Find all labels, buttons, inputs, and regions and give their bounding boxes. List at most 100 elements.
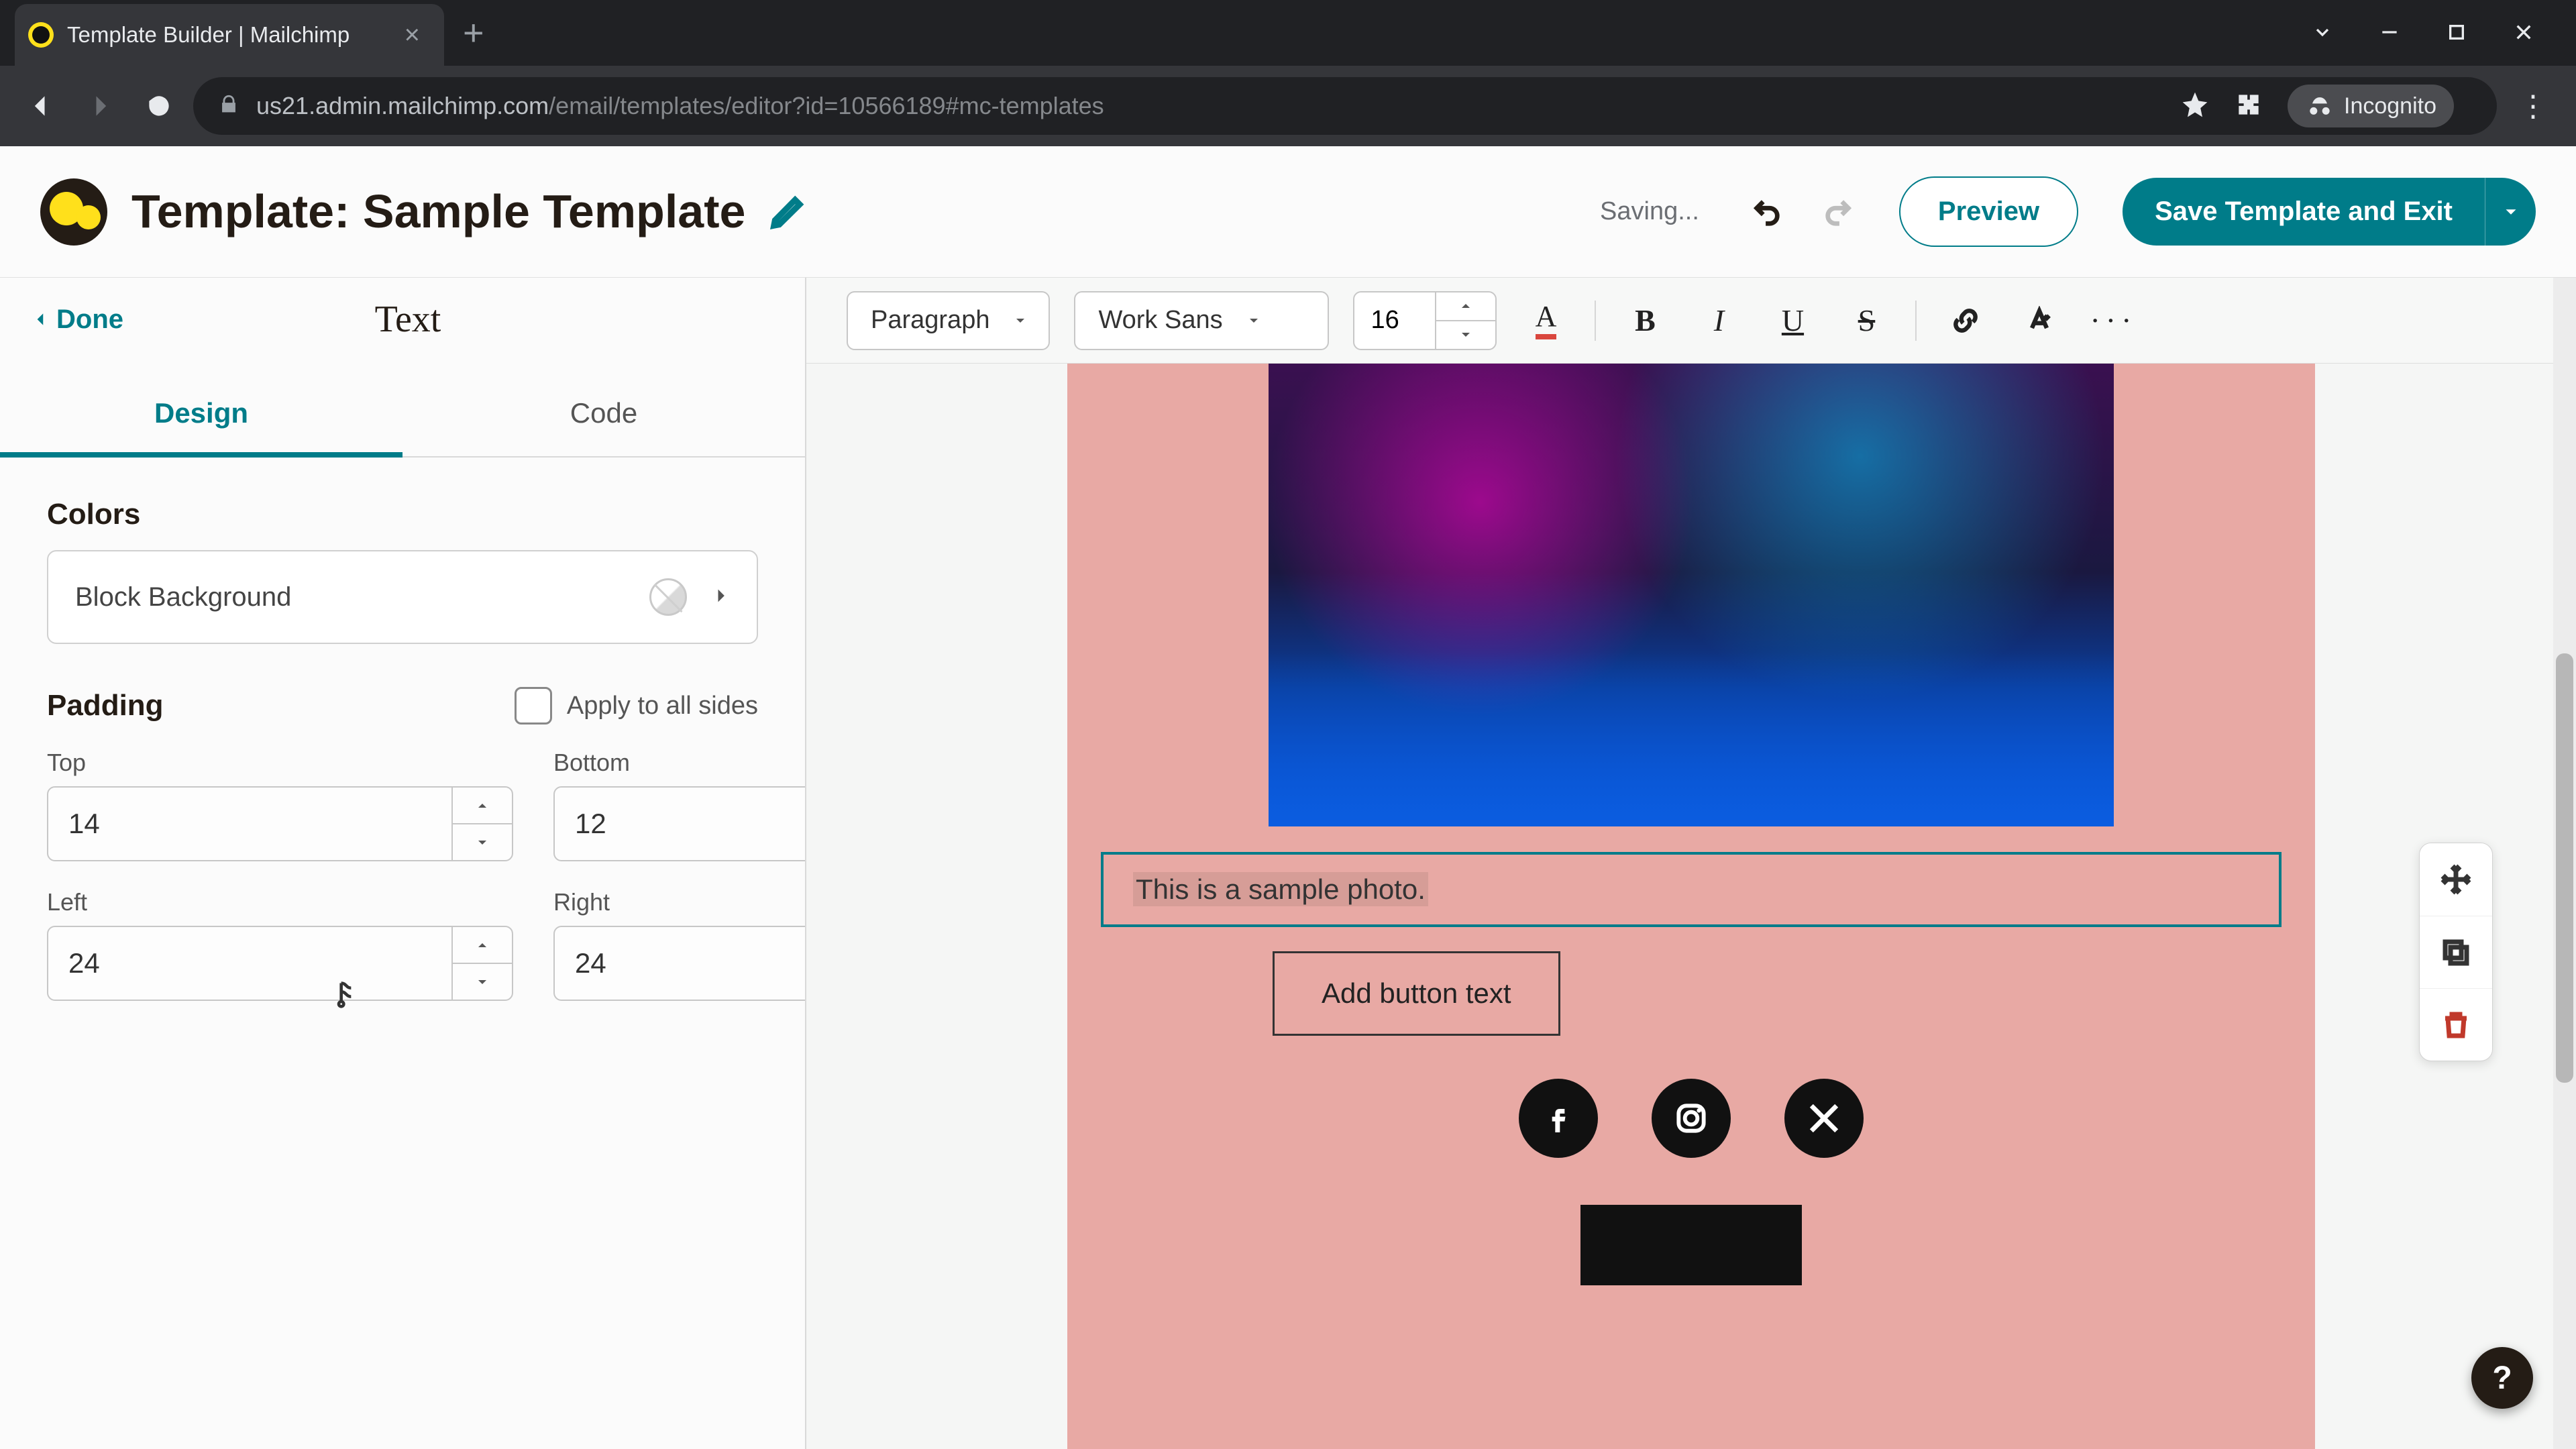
close-window-icon[interactable]	[2496, 12, 2552, 52]
font-size-stepper	[1353, 291, 1497, 350]
colors-heading: Colors	[47, 498, 758, 531]
maximize-icon[interactable]	[2428, 12, 2485, 52]
help-button[interactable]: ?	[2471, 1347, 2533, 1409]
workspace: Done Text Design Code Colors Block Backg…	[0, 278, 2576, 1449]
padding-left-label: Left	[47, 888, 513, 916]
mailchimp-logo[interactable]	[40, 178, 107, 246]
more-formatting-icon[interactable]: ···	[2088, 296, 2138, 345]
panel-tabs: Design Code	[0, 374, 805, 458]
font-size-down-icon[interactable]	[1436, 321, 1495, 349]
button-text[interactable]: Add button text	[1322, 977, 1511, 1009]
lock-icon	[217, 93, 240, 119]
tab-design[interactable]: Design	[0, 374, 402, 458]
instagram-icon[interactable]	[1652, 1079, 1731, 1158]
back-icon[interactable]	[16, 81, 66, 131]
link-icon[interactable]	[1941, 296, 1990, 345]
forward-icon[interactable]	[75, 81, 125, 131]
canvas-scroll[interactable]: This is a sample photo. Add button text	[806, 364, 2576, 1449]
block-bg-label: Block Background	[75, 582, 291, 612]
chevron-right-icon	[711, 586, 730, 608]
editor-area: Paragraph Work Sans A B I	[806, 278, 2576, 1449]
browser-titlebar: Template Builder | Mailchimp × +	[0, 0, 2576, 66]
address-bar[interactable]: us21.admin.mailchimp.com/email/templates…	[193, 77, 2497, 135]
padding-top-field: Top	[47, 749, 513, 861]
bold-icon[interactable]: B	[1620, 296, 1670, 345]
text-style-icon[interactable]	[2015, 296, 2064, 345]
side-panel: Done Text Design Code Colors Block Backg…	[0, 278, 806, 1449]
url-text: us21.admin.mailchimp.com/email/templates…	[256, 92, 1104, 120]
padding-left-step-down-icon[interactable]	[453, 964, 512, 1000]
apply-all-label: Apply to all sides	[567, 692, 758, 720]
delete-block-icon[interactable]	[2420, 988, 2492, 1061]
x-twitter-icon[interactable]	[1784, 1079, 1864, 1158]
strikethrough-icon[interactable]: S	[1841, 296, 1891, 345]
incognito-badge[interactable]: Incognito	[2288, 85, 2454, 127]
save-template-button[interactable]: Save Template and Exit	[2123, 178, 2485, 246]
padding-left-input[interactable]	[48, 927, 451, 1000]
apply-all-checkbox[interactable]	[515, 687, 552, 724]
save-status: Saving...	[1600, 197, 1699, 226]
padding-top-input[interactable]	[48, 788, 451, 860]
padding-bottom-label: Bottom	[553, 749, 805, 777]
font-size-input[interactable]	[1354, 292, 1435, 349]
new-tab-button[interactable]: +	[463, 12, 484, 54]
toolbar-separator	[1595, 301, 1596, 341]
padding-right-label: Right	[553, 888, 805, 916]
padding-top-step-down-icon[interactable]	[453, 824, 512, 860]
edit-name-icon[interactable]	[769, 194, 806, 230]
close-tab-icon[interactable]: ×	[405, 20, 420, 50]
block-bg-swatch-icon	[649, 578, 687, 616]
app-root: Template: Sample Template Saving... Prev…	[0, 146, 2576, 1449]
url-path: /email/templates/editor?id=10566189#mc-t…	[549, 92, 1104, 119]
padding-heading: Padding	[47, 689, 164, 722]
padding-bottom-field: Bottom	[553, 749, 805, 861]
duplicate-block-icon[interactable]	[2420, 916, 2492, 988]
email-canvas[interactable]: This is a sample photo. Add button text	[1067, 364, 2315, 1449]
toolbar-separator	[1915, 301, 1917, 341]
url-host: us21.admin.mailchimp.com	[256, 92, 549, 119]
move-block-icon[interactable]	[2420, 843, 2492, 916]
padding-right-input[interactable]	[555, 927, 805, 1000]
selected-text-block[interactable]: This is a sample photo.	[1101, 852, 2282, 927]
padding-top-step-up-icon[interactable]	[453, 788, 512, 824]
reload-icon[interactable]	[134, 81, 184, 131]
italic-icon[interactable]: I	[1694, 296, 1743, 345]
font-size-up-icon[interactable]	[1436, 292, 1495, 321]
underline-icon[interactable]: U	[1768, 296, 1817, 345]
block-style-value: Paragraph	[871, 306, 989, 335]
browser-tab[interactable]: Template Builder | Mailchimp ×	[15, 4, 444, 66]
logo-block[interactable]	[1580, 1205, 1802, 1285]
minimize-icon[interactable]	[2361, 12, 2418, 52]
facebook-icon[interactable]	[1519, 1079, 1598, 1158]
chevron-down-icon	[1012, 313, 1028, 329]
hero-image[interactable]	[1269, 364, 2114, 826]
padding-right-field: Right	[553, 888, 805, 1001]
padding-bottom-input[interactable]	[555, 788, 805, 860]
panel-title: Text	[43, 298, 773, 341]
app-header: Template: Sample Template Saving... Prev…	[0, 146, 2576, 278]
block-background-row[interactable]: Block Background	[47, 550, 758, 644]
vertical-scrollbar[interactable]	[2553, 278, 2576, 1449]
font-dropdown[interactable]: Work Sans	[1074, 291, 1329, 350]
social-links	[1269, 1079, 2114, 1158]
chevron-down-icon	[1246, 313, 1262, 329]
tab-code[interactable]: Code	[402, 374, 805, 458]
block-style-dropdown[interactable]: Paragraph	[847, 291, 1050, 350]
bookmark-icon[interactable]	[2180, 90, 2210, 123]
undo-icon[interactable]	[1743, 189, 1790, 235]
padding-left-step-up-icon[interactable]	[453, 927, 512, 964]
extensions-icon[interactable]	[2234, 90, 2263, 123]
tab-search-icon[interactable]	[2294, 12, 2351, 52]
preview-button[interactable]: Preview	[1899, 176, 2078, 247]
browser-menu-icon[interactable]: ⋮	[2506, 89, 2560, 123]
save-template-group: Save Template and Exit	[2123, 178, 2536, 246]
text-color-icon[interactable]: A	[1521, 296, 1570, 345]
mailchimp-favicon	[28, 22, 54, 48]
font-value: Work Sans	[1098, 306, 1222, 335]
button-block[interactable]: Add button text	[1273, 951, 1560, 1036]
sample-text[interactable]: This is a sample photo.	[1133, 872, 1428, 906]
save-template-caret-icon[interactable]	[2485, 178, 2536, 246]
scrollbar-thumb[interactable]	[2556, 653, 2573, 1083]
padding-left-field: Left	[47, 888, 513, 1001]
redo-icon[interactable]	[1815, 189, 1862, 235]
